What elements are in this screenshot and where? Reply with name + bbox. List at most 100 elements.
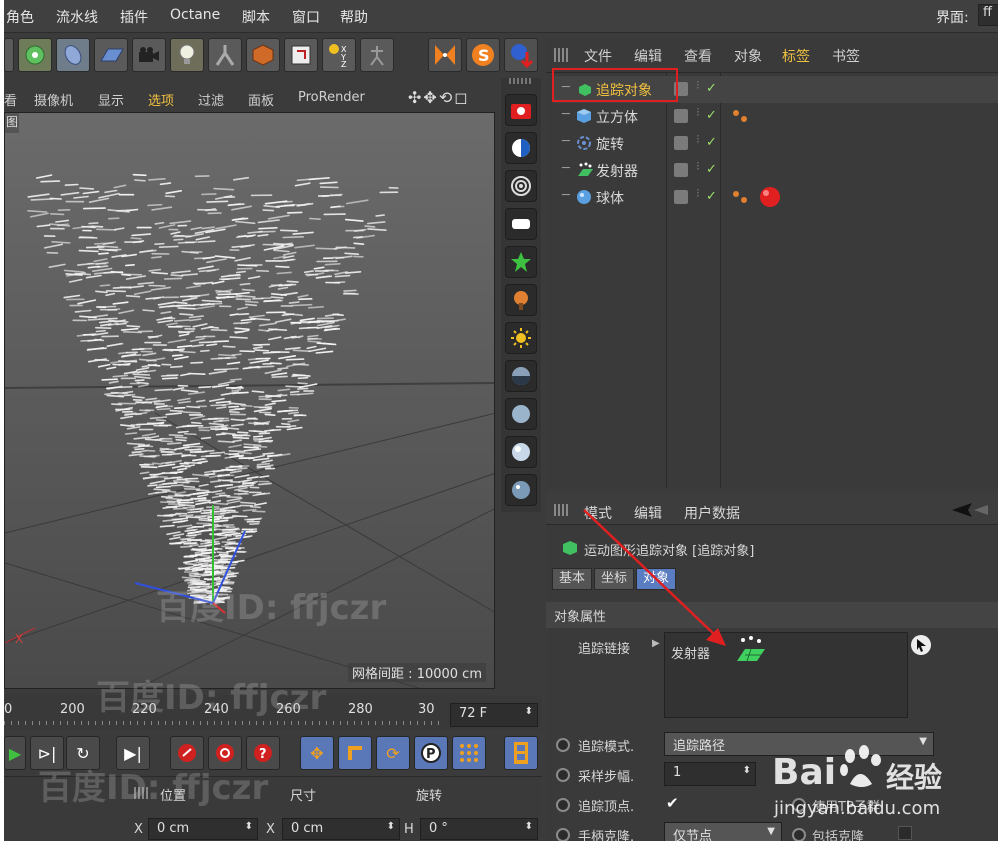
svg-text:Z: Z bbox=[341, 60, 347, 68]
material-icon[interactable] bbox=[505, 132, 537, 164]
handle-clones-dropdown[interactable]: 仅节点 ▼ bbox=[664, 822, 782, 841]
object-row-emitter[interactable]: ─ 发射器 ⁝ ✓ bbox=[554, 157, 998, 184]
scene-icon[interactable] bbox=[284, 38, 318, 72]
baidu-paw-icon bbox=[840, 745, 881, 787]
mograph-cloner-icon[interactable] bbox=[18, 38, 52, 72]
timeline-tick: 200 bbox=[60, 702, 85, 717]
object-name: 立方体 bbox=[596, 110, 638, 126]
svg-text:X: X bbox=[15, 632, 23, 646]
menu-window[interactable]: 窗口 bbox=[292, 7, 320, 27]
area-light-icon[interactable] bbox=[505, 208, 537, 240]
rotate-deformer-icon bbox=[577, 136, 591, 150]
deformer-icon[interactable] bbox=[56, 38, 90, 72]
tag-dots-icon[interactable] bbox=[730, 106, 752, 126]
scale-tool-button[interactable] bbox=[338, 736, 372, 770]
viewport-menu-options[interactable]: 选项 bbox=[148, 90, 174, 109]
object-row-sphere[interactable]: ─ 球体 ⁝ ✓ bbox=[554, 184, 998, 211]
object-row-rotate[interactable]: ─ 旋转 ⁝ ✓ bbox=[554, 130, 998, 157]
timeline-tick: 30 bbox=[418, 702, 435, 717]
s-plugin-icon[interactable]: S bbox=[466, 38, 500, 72]
om-menu-edit[interactable]: 编辑 bbox=[634, 46, 662, 66]
render-view-icon[interactable] bbox=[505, 94, 537, 126]
viewport-menu-prorender[interactable]: ProRender bbox=[298, 90, 365, 105]
rotate-tool-button[interactable]: ⟳ bbox=[376, 736, 410, 770]
metal-sphere-icon[interactable] bbox=[505, 474, 537, 506]
rotation-h-input[interactable]: 0 ° ⬍ bbox=[420, 818, 538, 840]
tree-icon[interactable] bbox=[505, 284, 537, 316]
annotation-arrow bbox=[583, 509, 726, 646]
object-row-cube[interactable]: ─ 立方体 ⁝ ✓ bbox=[554, 103, 998, 130]
om-menu-view[interactable]: 查看 bbox=[684, 46, 712, 66]
menu-help[interactable]: 帮助 bbox=[340, 7, 368, 27]
enabled-check-icon[interactable]: ✓ bbox=[706, 81, 717, 96]
param-label-trace-vertices: 追踪顶点. bbox=[578, 800, 635, 815]
menu-script[interactable]: 脚本 bbox=[242, 7, 270, 27]
axis-label: H bbox=[404, 822, 414, 837]
texture-icon[interactable] bbox=[505, 170, 537, 202]
move-tool-button[interactable]: ✥ bbox=[300, 736, 334, 770]
size-x-input[interactable]: 0 cm ⬍ bbox=[282, 818, 400, 840]
main-menubar: 角色 流水线 插件 Octane 脚本 窗口 帮助 界面: ff bbox=[4, 0, 998, 33]
coord-header-size: 尺寸 bbox=[290, 789, 317, 804]
position-x-input[interactable]: 0 cm ⬍ bbox=[148, 818, 258, 840]
svg-text:S: S bbox=[478, 46, 490, 65]
layout-dropdown[interactable]: ff bbox=[978, 4, 998, 26]
camera-icon[interactable] bbox=[132, 38, 166, 72]
env-sphere-icon[interactable] bbox=[505, 398, 537, 430]
parameter-button[interactable]: P bbox=[414, 736, 448, 770]
floor-icon[interactable] bbox=[94, 38, 128, 72]
om-menu-bookmarks[interactable]: 书签 bbox=[832, 46, 860, 66]
grid-spacing-readout: 网格间距 : 10000 cm bbox=[348, 663, 486, 682]
highlight-box bbox=[552, 68, 678, 102]
sky-sphere-icon[interactable] bbox=[505, 360, 537, 392]
play-button[interactable]: ▶ bbox=[4, 736, 26, 770]
joint-icon[interactable] bbox=[208, 38, 242, 72]
om-menu-object[interactable]: 对象 bbox=[734, 46, 762, 66]
viewport-nav-icons[interactable]: ✣✥⟲◻ bbox=[408, 88, 470, 107]
cube-icon bbox=[577, 109, 591, 123]
character-icon[interactable] bbox=[360, 38, 394, 72]
viewport-menu-camera[interactable]: 摄像机 bbox=[34, 90, 73, 109]
trace-vertices-checkbox[interactable]: ✔ bbox=[666, 794, 679, 812]
watermark-baidu-id: 百度ID: ffjczr bbox=[156, 588, 387, 628]
pla-grid-button[interactable] bbox=[452, 736, 486, 770]
emitter-icon bbox=[578, 162, 593, 176]
object-name: 发射器 bbox=[596, 164, 638, 180]
picker-icon[interactable] bbox=[910, 634, 932, 656]
include-clones-checkbox[interactable] bbox=[898, 826, 912, 840]
glass-sphere-icon[interactable] bbox=[505, 436, 537, 468]
xyz-icon[interactable]: XYZ bbox=[322, 38, 356, 72]
om-menu-file[interactable]: 文件 bbox=[584, 46, 612, 66]
toolbar-edge-button[interactable] bbox=[4, 38, 14, 72]
axis-label: X bbox=[266, 822, 275, 837]
spot-icon[interactable] bbox=[505, 246, 537, 278]
viewport-menu-filter[interactable]: 过滤 bbox=[198, 90, 224, 109]
sampling-step-input[interactable]: 1 ⬍ bbox=[664, 762, 756, 786]
timeline-tick: 280 bbox=[348, 702, 373, 717]
c4d-window: 角色 流水线 插件 Octane 脚本 窗口 帮助 界面: ff XYZ S 看… bbox=[4, 0, 998, 841]
material-tag-icon[interactable] bbox=[730, 185, 786, 211]
menu-character[interactable]: 角色 bbox=[6, 7, 34, 27]
back-arrow-icon[interactable] bbox=[950, 502, 990, 518]
object-name: 球体 bbox=[596, 191, 624, 207]
timeline-film-button[interactable] bbox=[504, 736, 538, 770]
volume-icon[interactable] bbox=[246, 38, 280, 72]
menu-octane[interactable]: Octane bbox=[170, 7, 220, 23]
collapse-icon[interactable] bbox=[428, 38, 462, 72]
panel-grip-icon[interactable] bbox=[554, 48, 570, 62]
watermark-baidu-id: 百度ID: ffjczr bbox=[38, 768, 269, 808]
param-label-handle-clones: 手柄克隆. bbox=[578, 830, 635, 841]
coord-header-rotation: 旋转 bbox=[416, 789, 443, 804]
viewport-menu-display[interactable]: 显示 bbox=[98, 90, 124, 109]
object-name: 旋转 bbox=[596, 137, 624, 153]
viewport-menu-view[interactable]: 看 bbox=[4, 90, 17, 109]
om-menu-tags[interactable]: 标签 bbox=[782, 46, 810, 66]
light-icon[interactable] bbox=[170, 38, 204, 72]
current-frame-field[interactable]: 72 F ⬍ bbox=[450, 703, 538, 727]
menu-plugins[interactable]: 插件 bbox=[120, 7, 148, 27]
sun-icon[interactable] bbox=[505, 322, 537, 354]
download-plugin-icon[interactable] bbox=[504, 38, 538, 72]
timeline-tick: 0 bbox=[4, 702, 13, 717]
viewport-menu-panel[interactable]: 面板 bbox=[248, 90, 274, 109]
menu-pipeline[interactable]: 流水线 bbox=[56, 7, 98, 27]
